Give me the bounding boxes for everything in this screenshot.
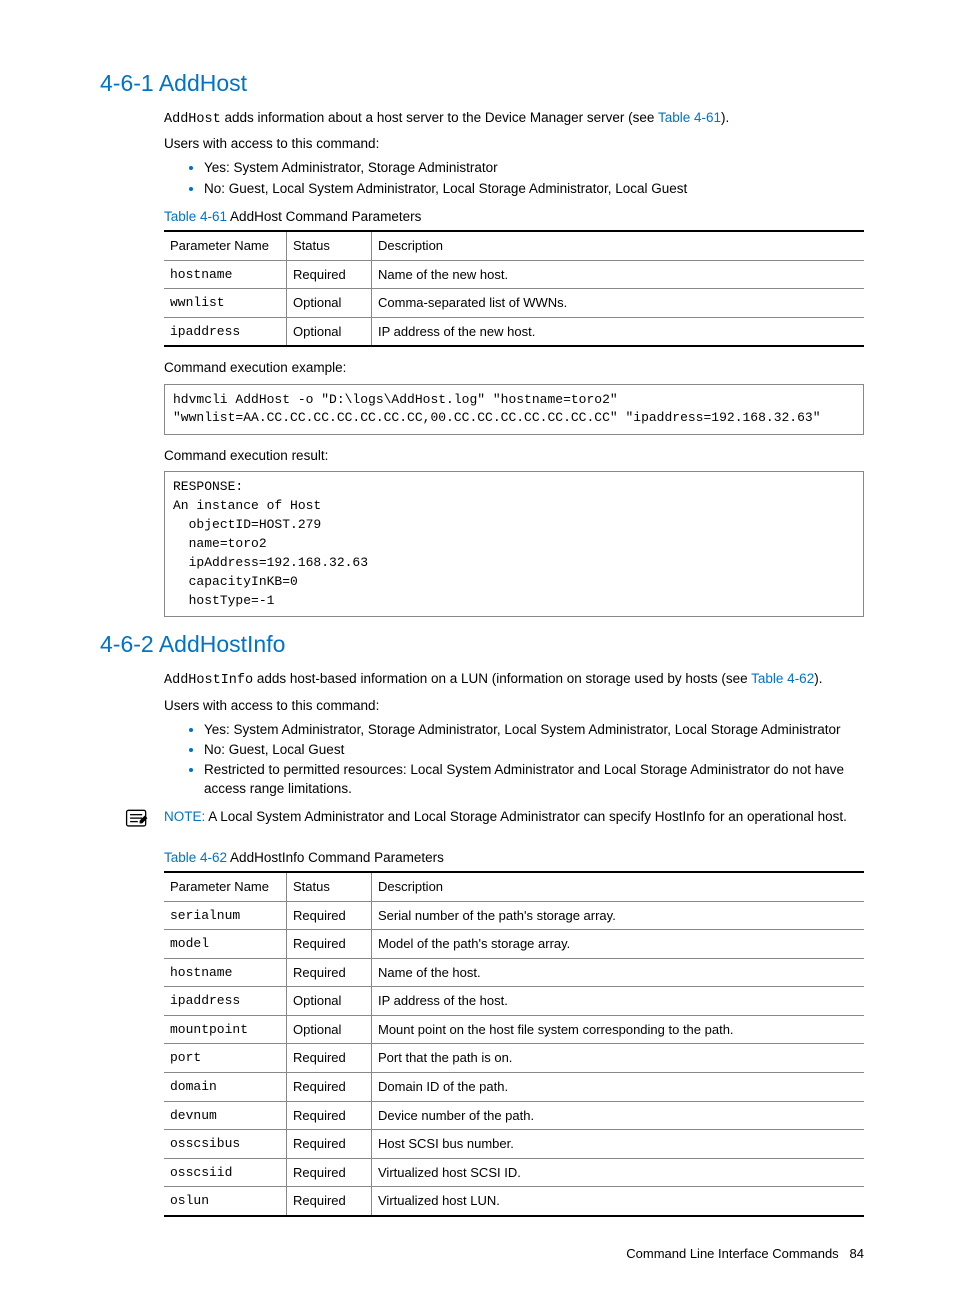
access-label: Users with access to this command: bbox=[164, 697, 864, 715]
page-number: 84 bbox=[850, 1246, 864, 1261]
table-row: portRequiredPort that the path is on. bbox=[164, 1044, 864, 1073]
param-name: osscsibus bbox=[164, 1130, 287, 1159]
param-status: Required bbox=[287, 1187, 372, 1216]
section-heading-addhost: 4-6-1 AddHost bbox=[100, 68, 864, 99]
table-ref-link[interactable]: Table 4-61 bbox=[658, 110, 721, 125]
addhostinfo-intro: AddHostInfo adds host-based information … bbox=[164, 670, 864, 690]
table-caption: Table 4-61 AddHost Command Parameters bbox=[164, 208, 864, 226]
table-row: ipaddressOptionalIP address of the new h… bbox=[164, 317, 864, 346]
exec-example-code: hdvmcli AddHost -o "D:\logs\AddHost.log"… bbox=[164, 384, 864, 436]
table-row: hostnameRequiredName of the host. bbox=[164, 958, 864, 987]
param-status: Optional bbox=[287, 987, 372, 1016]
footer-label: Command Line Interface Commands bbox=[626, 1246, 838, 1261]
table-row: modelRequiredModel of the path's storage… bbox=[164, 930, 864, 959]
param-name: model bbox=[164, 930, 287, 959]
param-name: serialnum bbox=[164, 901, 287, 930]
param-status: Required bbox=[287, 1130, 372, 1159]
access-list: Yes: System Administrator, Storage Admin… bbox=[182, 159, 864, 197]
col-header: Parameter Name bbox=[164, 231, 287, 260]
param-name: oslun bbox=[164, 1187, 287, 1216]
table-row: oslunRequiredVirtualized host LUN. bbox=[164, 1187, 864, 1216]
table-ref-link[interactable]: Table 4-62 bbox=[751, 671, 814, 686]
col-header: Description bbox=[372, 872, 865, 901]
table-row: domainRequiredDomain ID of the path. bbox=[164, 1072, 864, 1101]
table-row: wwnlistOptionalComma-separated list of W… bbox=[164, 289, 864, 318]
param-status: Optional bbox=[287, 317, 372, 346]
param-description: Comma-separated list of WWNs. bbox=[372, 289, 865, 318]
param-status: Required bbox=[287, 1158, 372, 1187]
table-row: devnumRequiredDevice number of the path. bbox=[164, 1101, 864, 1130]
param-status: Required bbox=[287, 930, 372, 959]
col-header: Description bbox=[372, 231, 865, 260]
param-name: hostname bbox=[164, 260, 287, 289]
page-footer: Command Line Interface Commands 84 bbox=[100, 1245, 864, 1263]
table-row: osscsiidRequiredVirtualized host SCSI ID… bbox=[164, 1158, 864, 1187]
param-description: Device number of the path. bbox=[372, 1101, 865, 1130]
exec-result-label: Command execution result: bbox=[164, 447, 864, 465]
note-icon bbox=[124, 808, 150, 835]
exec-example-label: Command execution example: bbox=[164, 359, 864, 377]
table-header-row: Parameter Name Status Description bbox=[164, 231, 864, 260]
table-row: ipaddressOptionalIP address of the host. bbox=[164, 987, 864, 1016]
param-description: Virtualized host SCSI ID. bbox=[372, 1158, 865, 1187]
addhost-params-table: Parameter Name Status Description hostna… bbox=[164, 230, 864, 347]
param-status: Required bbox=[287, 260, 372, 289]
param-name: mountpoint bbox=[164, 1015, 287, 1044]
col-header: Status bbox=[287, 231, 372, 260]
col-header: Status bbox=[287, 872, 372, 901]
access-label: Users with access to this command: bbox=[164, 135, 864, 153]
param-description: Serial number of the path's storage arra… bbox=[372, 901, 865, 930]
note-label: NOTE: bbox=[164, 809, 208, 824]
param-description: Domain ID of the path. bbox=[372, 1072, 865, 1101]
param-status: Required bbox=[287, 901, 372, 930]
param-name: osscsiid bbox=[164, 1158, 287, 1187]
param-name: ipaddress bbox=[164, 317, 287, 346]
param-status: Optional bbox=[287, 1015, 372, 1044]
param-name: devnum bbox=[164, 1101, 287, 1130]
list-item: Yes: System Administrator, Storage Admin… bbox=[204, 159, 864, 177]
param-description: Model of the path's storage array. bbox=[372, 930, 865, 959]
table-row: mountpointOptionalMount point on the hos… bbox=[164, 1015, 864, 1044]
list-item: Yes: System Administrator, Storage Admin… bbox=[204, 721, 864, 739]
note-text: A Local System Administrator and Local S… bbox=[208, 809, 847, 824]
addhostinfo-params-table: Parameter Name Status Description serial… bbox=[164, 871, 864, 1217]
command-name: AddHost bbox=[164, 112, 221, 127]
table-row: hostnameRequiredName of the new host. bbox=[164, 260, 864, 289]
col-header: Parameter Name bbox=[164, 872, 287, 901]
command-name: AddHostInfo bbox=[164, 673, 253, 688]
table-row: osscsibusRequiredHost SCSI bus number. bbox=[164, 1130, 864, 1159]
list-item: No: Guest, Local System Administrator, L… bbox=[204, 180, 864, 198]
section-heading-addhostinfo: 4-6-2 AddHostInfo bbox=[100, 629, 864, 660]
access-list: Yes: System Administrator, Storage Admin… bbox=[182, 721, 864, 798]
param-description: Name of the host. bbox=[372, 958, 865, 987]
param-description: Host SCSI bus number. bbox=[372, 1130, 865, 1159]
note-block: NOTE: A Local System Administrator and L… bbox=[164, 808, 864, 835]
param-status: Optional bbox=[287, 289, 372, 318]
param-description: Name of the new host. bbox=[372, 260, 865, 289]
param-description: IP address of the new host. bbox=[372, 317, 865, 346]
table-header-row: Parameter Name Status Description bbox=[164, 872, 864, 901]
param-name: wwnlist bbox=[164, 289, 287, 318]
param-name: domain bbox=[164, 1072, 287, 1101]
list-item: No: Guest, Local Guest bbox=[204, 741, 864, 759]
param-status: Required bbox=[287, 1072, 372, 1101]
param-name: hostname bbox=[164, 958, 287, 987]
param-description: IP address of the host. bbox=[372, 987, 865, 1016]
param-status: Required bbox=[287, 958, 372, 987]
param-description: Port that the path is on. bbox=[372, 1044, 865, 1073]
table-number-link[interactable]: Table 4-61 bbox=[164, 209, 227, 224]
param-description: Mount point on the host file system corr… bbox=[372, 1015, 865, 1044]
table-row: serialnumRequiredSerial number of the pa… bbox=[164, 901, 864, 930]
param-status: Required bbox=[287, 1101, 372, 1130]
param-name: ipaddress bbox=[164, 987, 287, 1016]
table-number-link[interactable]: Table 4-62 bbox=[164, 850, 227, 865]
param-name: port bbox=[164, 1044, 287, 1073]
table-caption: Table 4-62 AddHostInfo Command Parameter… bbox=[164, 849, 864, 867]
param-description: Virtualized host LUN. bbox=[372, 1187, 865, 1216]
addhost-intro: AddHost adds information about a host se… bbox=[164, 109, 864, 129]
exec-result-code: RESPONSE: An instance of Host objectID=H… bbox=[164, 471, 864, 617]
param-status: Required bbox=[287, 1044, 372, 1073]
list-item: Restricted to permitted resources: Local… bbox=[204, 761, 864, 797]
